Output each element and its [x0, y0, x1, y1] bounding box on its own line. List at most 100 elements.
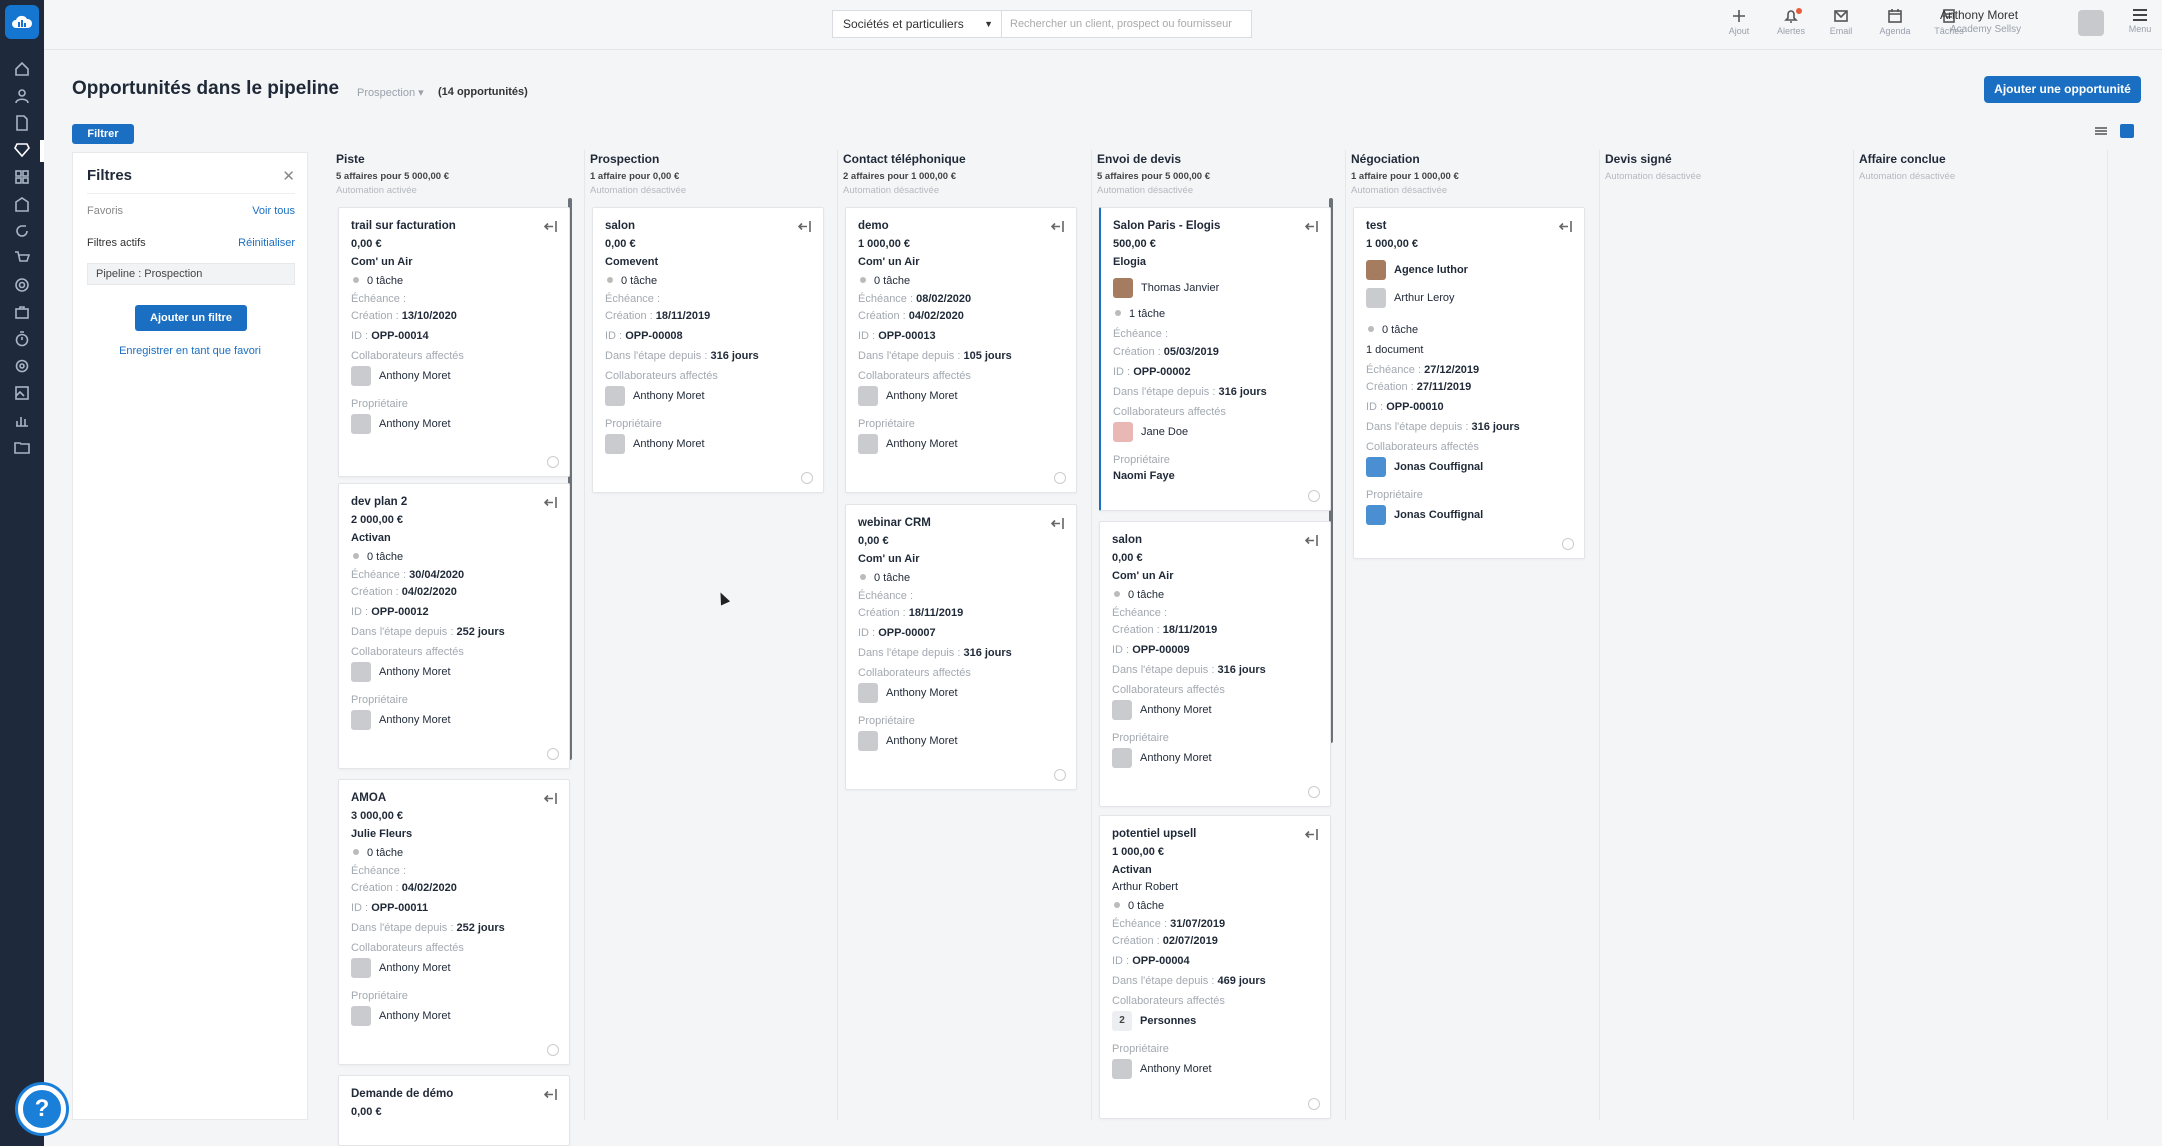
kanban-view-icon[interactable]: [2120, 124, 2134, 138]
search-scope-select[interactable]: Sociétés et particuliers ▼: [832, 10, 1002, 38]
card-contact[interactable]: Arthur Leroy: [1366, 288, 1455, 308]
opportunity-card[interactable]: demo 1 000,00 € Com' un Air 0 tâche Éché…: [845, 207, 1077, 493]
image-icon[interactable]: [13, 384, 31, 402]
card-owner[interactable]: Anthony Moret: [858, 434, 958, 454]
agenda-button[interactable]: Agenda: [1870, 8, 1920, 36]
move-icon[interactable]: [1304, 220, 1318, 233]
document-icon[interactable]: [13, 114, 31, 132]
card-status-circle[interactable]: [1562, 538, 1574, 550]
timer-icon[interactable]: [13, 330, 31, 348]
cart-icon[interactable]: [13, 249, 31, 267]
card-status-circle[interactable]: [801, 472, 813, 484]
card-title[interactable]: salon: [605, 220, 635, 232]
card-owner[interactable]: Jonas Couffignal: [1366, 505, 1483, 525]
card-status-circle[interactable]: [1308, 1098, 1320, 1110]
search-input[interactable]: Rechercher un client, prospect ou fourni…: [1002, 10, 1252, 38]
settings-icon[interactable]: [13, 357, 31, 375]
user-name[interactable]: Anthony Moret: [1940, 8, 2018, 22]
opportunity-card[interactable]: trail sur facturation 0,00 € Com' un Air…: [338, 207, 570, 477]
card-status-circle[interactable]: [547, 456, 559, 468]
card-collaborator[interactable]: Anthony Moret: [351, 958, 451, 978]
card-owner[interactable]: Anthony Moret: [858, 731, 958, 751]
add-filter-button[interactable]: Ajouter un filtre: [135, 305, 247, 331]
card-collaborator[interactable]: Anthony Moret: [1112, 700, 1212, 720]
card-company[interactable]: Julie Fleurs: [351, 828, 412, 840]
move-icon[interactable]: [797, 220, 811, 233]
card-title[interactable]: Salon Paris - Elogis: [1113, 220, 1220, 232]
opportunity-card[interactable]: salon 0,00 € Comevent 0 tâche Échéance :…: [592, 207, 824, 493]
opportunity-card[interactable]: AMOA 3 000,00 € Julie Fleurs 0 tâche Éch…: [338, 779, 570, 1065]
menu-button[interactable]: Menu: [2122, 8, 2158, 34]
card-title[interactable]: test: [1366, 220, 1386, 232]
app-logo[interactable]: [5, 5, 39, 39]
chart-icon[interactable]: [13, 411, 31, 429]
card-company[interactable]: Com' un Air: [858, 256, 919, 268]
card-company[interactable]: Com' un Air: [351, 256, 412, 268]
support-icon[interactable]: [13, 276, 31, 294]
card-status-circle[interactable]: [1308, 786, 1320, 798]
alerts-button[interactable]: Alertes: [1766, 8, 1816, 36]
opportunity-card[interactable]: salon 0,00 € Com' un Air 0 tâche Échéanc…: [1099, 521, 1331, 807]
move-icon[interactable]: [543, 1088, 557, 1101]
card-title[interactable]: potentiel upsell: [1112, 828, 1196, 840]
refresh-icon[interactable]: [13, 222, 31, 240]
opportunity-card[interactable]: test 1 000,00 € Agence luthor Arthur Ler…: [1353, 207, 1585, 559]
user-icon[interactable]: [13, 87, 31, 105]
card-company[interactable]: Com' un Air: [858, 553, 919, 565]
card-owner[interactable]: Anthony Moret: [1112, 748, 1212, 768]
card-owner[interactable]: Naomi Faye: [1113, 470, 1175, 482]
card-title[interactable]: demo: [858, 220, 889, 232]
move-icon[interactable]: [1050, 517, 1064, 530]
card-company[interactable]: Activan: [1112, 864, 1152, 876]
folder-icon[interactable]: [13, 438, 31, 456]
card-status-circle[interactable]: [1308, 490, 1320, 502]
card-collaborator[interactable]: Anthony Moret: [605, 386, 705, 406]
card-collaborators[interactable]: 2 Personnes: [1112, 1011, 1196, 1031]
card-company[interactable]: Elogia: [1113, 256, 1146, 268]
user-avatar[interactable]: [2078, 10, 2104, 36]
card-collaborator[interactable]: Jonas Couffignal: [1366, 457, 1483, 477]
pipeline-select[interactable]: Prospection ▾: [357, 86, 424, 99]
card-collaborator[interactable]: Anthony Moret: [351, 662, 451, 682]
card-title[interactable]: Demande de démo: [351, 1088, 453, 1100]
card-status-circle[interactable]: [1054, 769, 1066, 781]
card-status-circle[interactable]: [547, 748, 559, 760]
building-icon[interactable]: [13, 195, 31, 213]
move-icon[interactable]: [1050, 220, 1064, 233]
card-owner[interactable]: Anthony Moret: [1112, 1059, 1212, 1079]
opportunity-card[interactable]: Salon Paris - Elogis 500,00 € Elogia Tho…: [1099, 207, 1331, 511]
home-icon[interactable]: [13, 60, 31, 78]
card-contact[interactable]: Arthur Robert: [1112, 881, 1178, 893]
move-icon[interactable]: [1304, 828, 1318, 841]
save-favorite-link[interactable]: Enregistrer en tant que favori: [73, 345, 307, 357]
apps-icon[interactable]: [13, 168, 31, 186]
move-icon[interactable]: [543, 220, 557, 233]
card-collaborator[interactable]: Jane Doe: [1113, 422, 1188, 442]
card-documents[interactable]: 1 document: [1366, 344, 1423, 356]
reset-filters-link[interactable]: Réinitialiser: [238, 237, 295, 249]
move-icon[interactable]: [1558, 220, 1572, 233]
opportunity-card[interactable]: Demande de démo 0,00 €: [338, 1075, 570, 1146]
filter-button[interactable]: Filtrer: [72, 124, 134, 144]
move-icon[interactable]: [543, 496, 557, 509]
briefcase-icon[interactable]: [13, 303, 31, 321]
help-button[interactable]: ?: [18, 1085, 66, 1133]
list-view-icon[interactable]: [2094, 124, 2108, 138]
opportunity-card[interactable]: webinar CRM 0,00 € Com' un Air 0 tâche É…: [845, 504, 1077, 790]
card-company[interactable]: Comevent: [605, 256, 658, 268]
card-title[interactable]: dev plan 2: [351, 496, 407, 508]
add-button[interactable]: Ajout: [1714, 8, 1764, 36]
card-status-circle[interactable]: [1054, 472, 1066, 484]
card-title[interactable]: salon: [1112, 534, 1142, 546]
card-collaborator[interactable]: Anthony Moret: [351, 366, 451, 386]
diamond-icon[interactable]: [13, 141, 31, 159]
card-company[interactable]: Activan: [351, 532, 391, 544]
opportunity-card[interactable]: dev plan 2 2 000,00 € Activan 0 tâche Éc…: [338, 483, 570, 769]
card-title[interactable]: trail sur facturation: [351, 220, 456, 232]
card-collaborator[interactable]: Anthony Moret: [858, 683, 958, 703]
card-company[interactable]: Com' un Air: [1112, 570, 1173, 582]
card-owner[interactable]: Anthony Moret: [351, 1006, 451, 1026]
see-all-link[interactable]: Voir tous: [252, 205, 295, 217]
close-icon[interactable]: ✕: [282, 167, 295, 185]
move-icon[interactable]: [1304, 534, 1318, 547]
